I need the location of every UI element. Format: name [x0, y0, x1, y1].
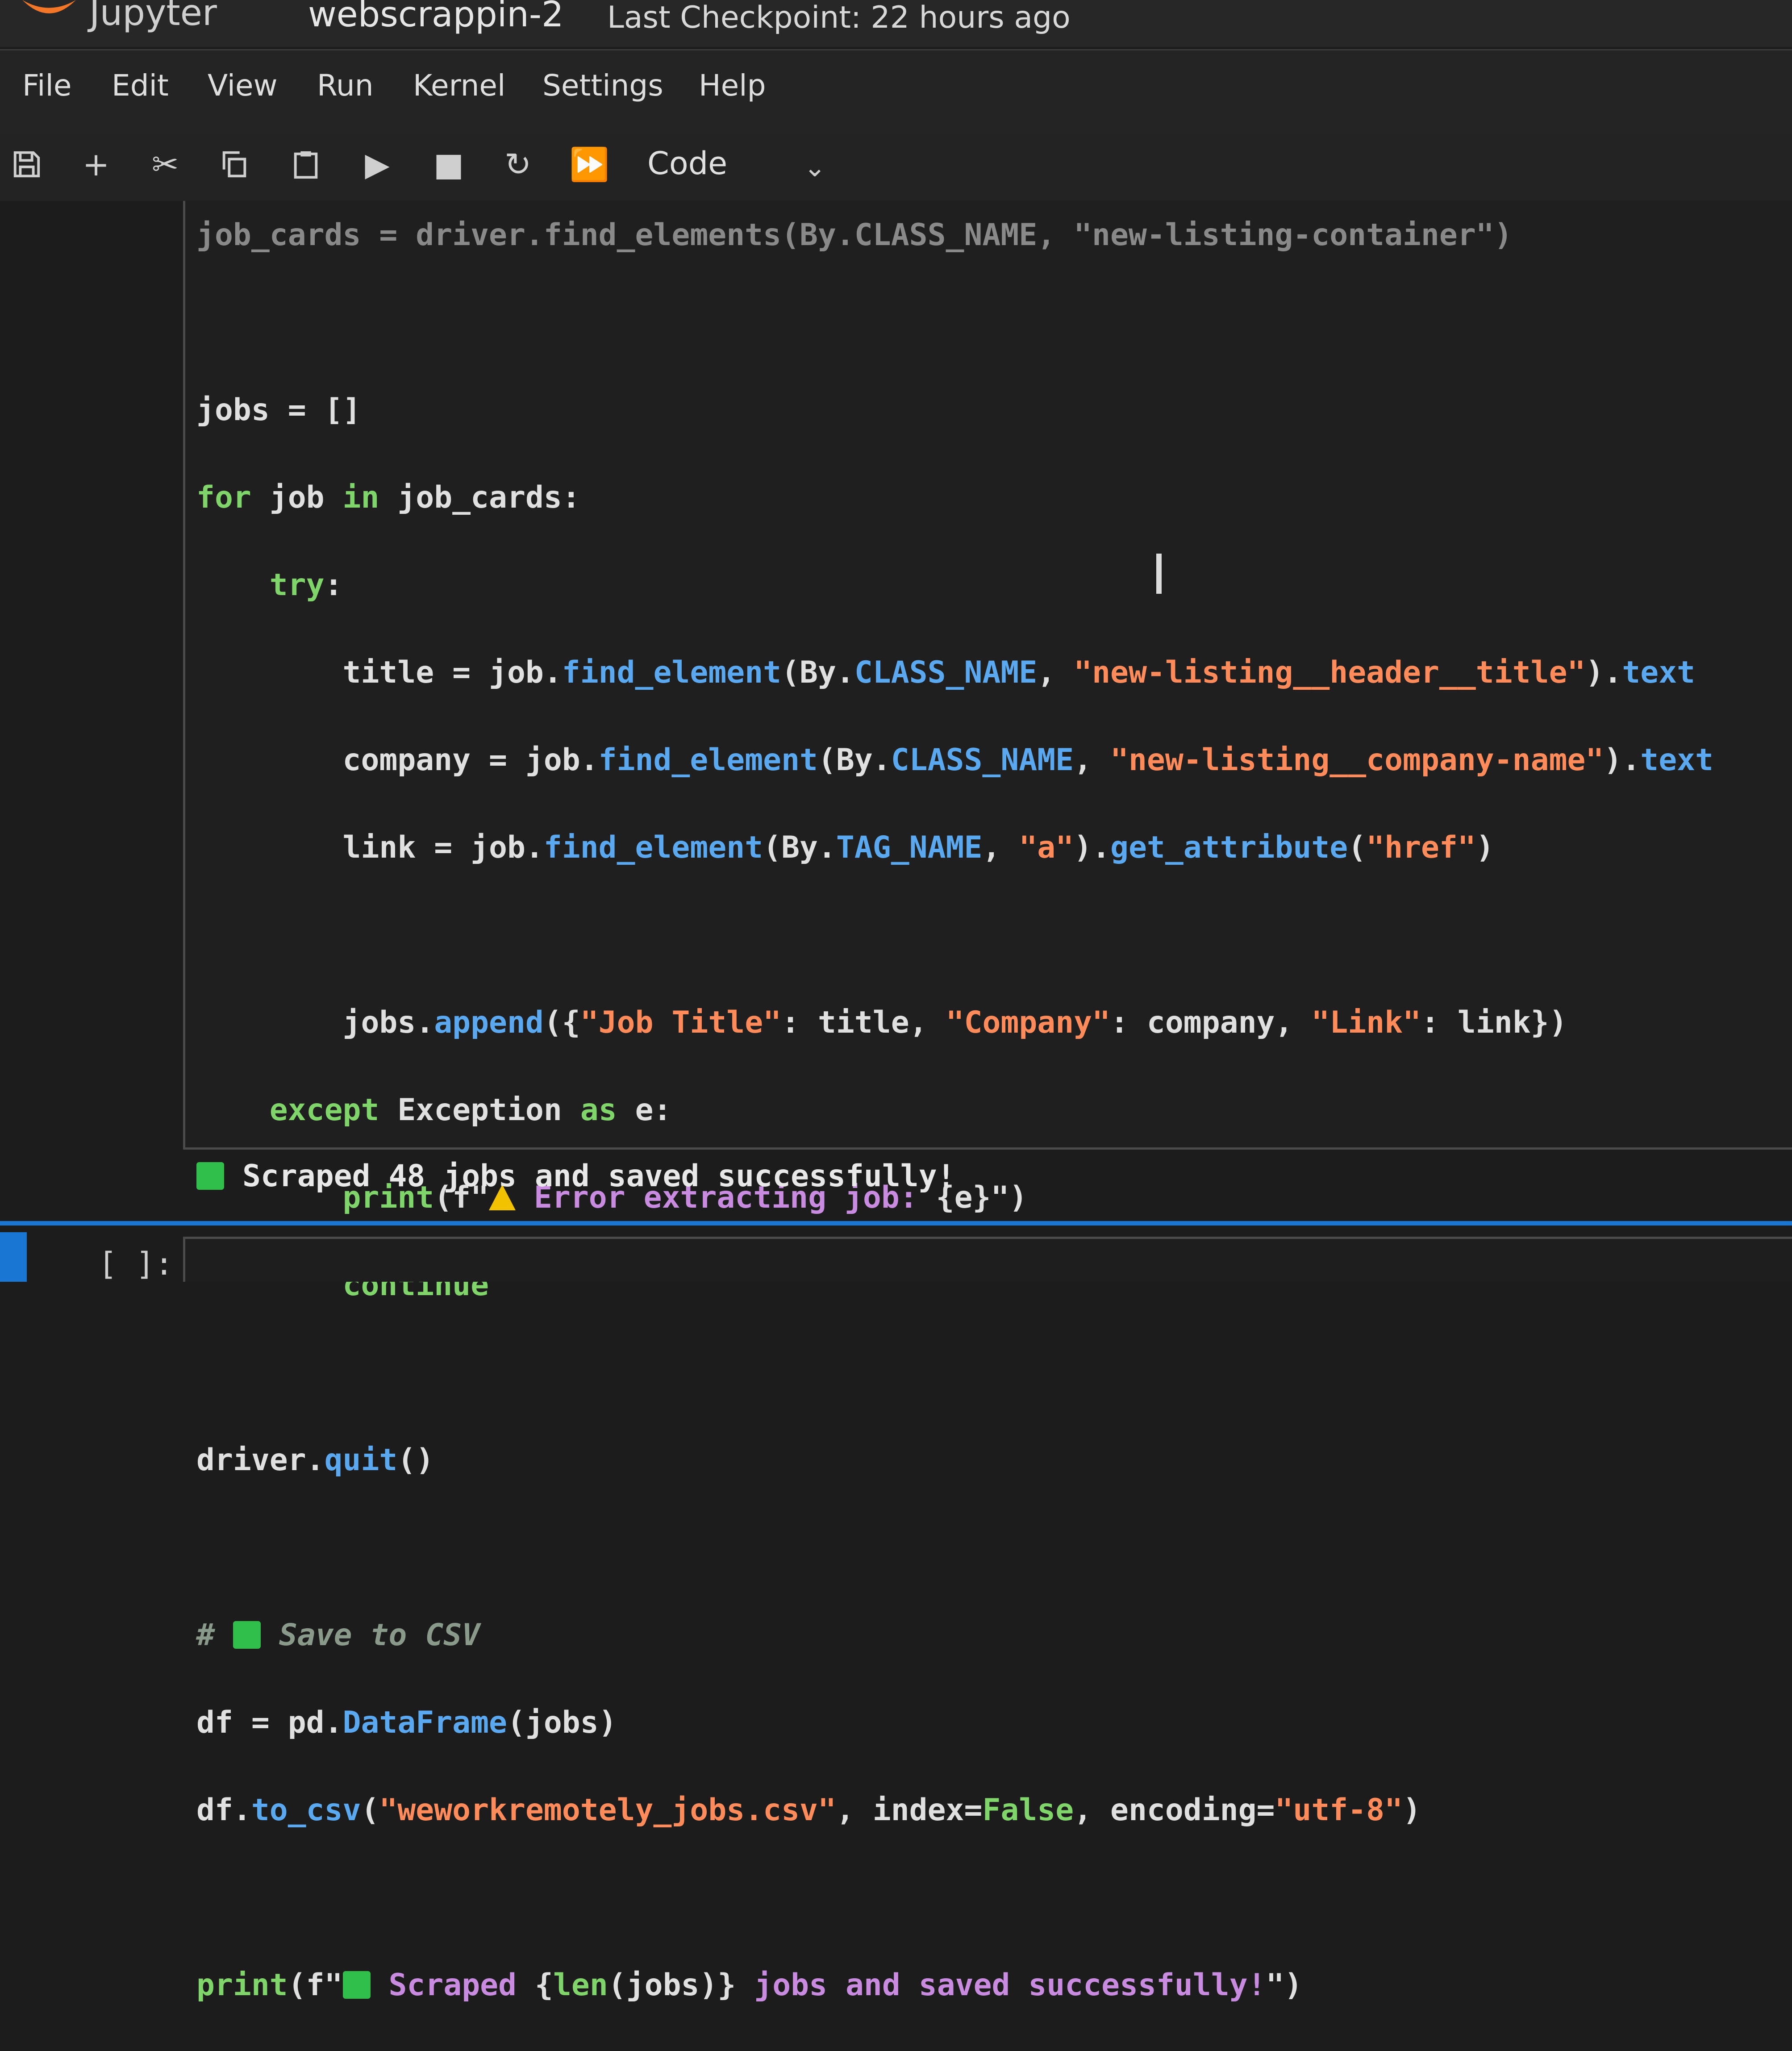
checkmark-icon [196, 1162, 224, 1190]
brand-name: Jupyter [89, 0, 217, 33]
code-line: print(f" Scraped {len(jobs)} jobs and sa… [196, 1968, 1303, 2003]
code-line: df = pd.DataFrame(jobs) [196, 1705, 617, 1740]
code-editor[interactable]: job_cards = driver.find_elements(By.CLAS… [196, 192, 1713, 2051]
active-cell-marker [0, 1232, 27, 1282]
menu-kernel[interactable]: Kernel [413, 68, 505, 103]
text-cursor [1156, 554, 1162, 594]
code-line: company = job.find_element(By.CLASS_NAME… [196, 742, 1714, 778]
menu-settings[interactable]: Settings [542, 68, 663, 103]
checkmark-icon [233, 1621, 261, 1649]
empty-code-cell[interactable] [183, 1237, 1792, 1282]
code-line: job_cards = driver.find_elements(By.CLAS… [196, 217, 1513, 253]
code-line: except Exception as e: [269, 1092, 672, 1128]
copy-icon[interactable] [212, 142, 257, 187]
paste-icon[interactable] [283, 142, 328, 187]
notebook-toolbar: + ✂ ▶ ■ ↻ ⏩ Code ⌄ [0, 134, 1792, 201]
chevron-down-icon[interactable]: ⌄ [804, 152, 826, 183]
notebook-name[interactable]: webscrappin-2 [308, 0, 564, 35]
code-line: driver.quit() [196, 1442, 434, 1478]
menu-edit[interactable]: Edit [112, 68, 169, 103]
output-text: Scraped 48 jobs and saved successfully! [224, 1159, 955, 1194]
fast-forward-icon[interactable]: ⏩ [567, 142, 612, 187]
menu-file[interactable]: File [22, 68, 71, 103]
cell-prompt: [ ]: [98, 1246, 174, 1282]
cut-icon[interactable]: ✂ [143, 142, 188, 187]
stop-icon[interactable]: ■ [426, 142, 471, 187]
code-line: try: [269, 567, 343, 603]
run-icon[interactable]: ▶ [355, 142, 400, 187]
menu-run[interactable]: Run [317, 68, 374, 103]
code-line: for job in job_cards: [196, 480, 580, 515]
cell-selection-bar [0, 1221, 1792, 1226]
code-line: df.to_csv("weworkremotely_jobs.csv", ind… [196, 1793, 1421, 1828]
code-line: jobs = [] [196, 392, 361, 428]
checkpoint-status: Last Checkpoint: 22 hours ago [607, 0, 1071, 35]
menu-help[interactable]: Help [699, 68, 766, 103]
menu-view[interactable]: View [208, 68, 278, 103]
jupyter-logo-icon [22, 0, 76, 13]
save-icon[interactable] [4, 142, 49, 187]
code-line: title = job.find_element(By.CLASS_NAME, … [196, 655, 1696, 690]
menu-bar: File Edit View Run Kernel Settings Help [0, 49, 1792, 137]
cell-type-select[interactable]: Code [647, 145, 727, 182]
add-icon[interactable]: + [74, 142, 118, 187]
title-bar: Jupyter webscrappin-2 Last Checkpoint: 2… [0, 0, 1792, 47]
checkmark-icon [342, 1971, 371, 1999]
cell-output: Scraped 48 jobs and saved successfully! [196, 1159, 955, 1194]
code-line: # Save to CSV [196, 1617, 480, 1653]
code-line: jobs.append({"Job Title": title, "Compan… [196, 1005, 1567, 1040]
restart-icon[interactable]: ↻ [496, 142, 540, 187]
code-line: link = job.find_element(By.TAG_NAME, "a"… [196, 830, 1494, 865]
